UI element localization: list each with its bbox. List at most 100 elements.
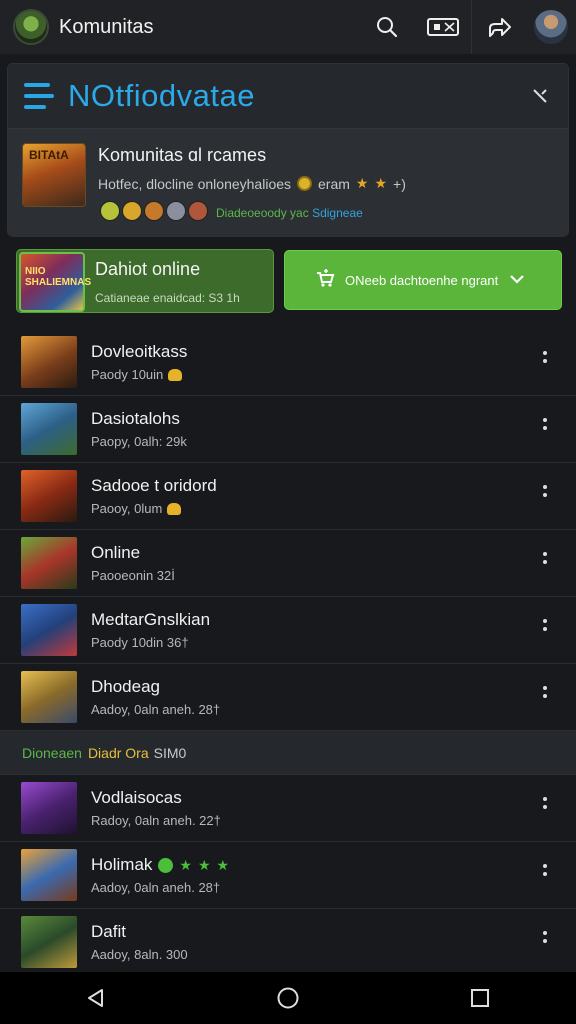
emoji-icon xyxy=(168,368,183,381)
game-meta: Paooeonin 32İ xyxy=(91,568,175,583)
community-thumbnail: BITAtA xyxy=(22,143,86,207)
game-name: Dafit xyxy=(91,922,126,941)
more-options-icon[interactable] xyxy=(536,858,554,882)
app-title: Komunitas xyxy=(59,15,154,38)
list-item[interactable]: Vodlaisocas Radoy, 0aln aneh. 22† xyxy=(0,775,576,842)
more-options-icon[interactable] xyxy=(536,412,554,436)
game-meta: Paopy, 0alh: 29k xyxy=(91,434,187,449)
game-name: Vodlaisocas xyxy=(91,788,182,807)
game-thumbnail xyxy=(21,916,77,968)
member-avatar xyxy=(100,201,120,221)
close-icon[interactable] xyxy=(526,82,554,110)
more-options-icon[interactable] xyxy=(536,925,554,949)
section-header: Dioneaen Diadr Ora SIM0 xyxy=(0,731,576,775)
game-meta: Paody 10uin xyxy=(91,367,164,382)
community-subtitle-end: +) xyxy=(393,175,406,192)
section-green-label: Dioneaen xyxy=(22,744,82,761)
user-avatar[interactable] xyxy=(534,10,568,44)
list-item[interactable]: Dasiotalohs Paopy, 0alh: 29k xyxy=(0,396,576,463)
featured-title: Dahiot online xyxy=(95,259,201,279)
community-logo[interactable] xyxy=(13,9,49,45)
list-item[interactable]: Holimak ★ ★ ★ Aadoy, 0aln aneh. 28† xyxy=(0,842,576,909)
join-button-label: ONeeb dachtoenhe ngrant xyxy=(345,272,499,288)
game-list: Dovleoitkass Paody 10uin Dasiotalohs Pao… xyxy=(0,329,576,976)
more-options-icon[interactable] xyxy=(536,345,554,369)
section-grey-label: SIM0 xyxy=(153,744,187,761)
back-icon[interactable] xyxy=(66,972,126,1024)
community-subtitle-row: Hotfec, dlocline onloneyhalioes eram ★ ★… xyxy=(98,175,406,192)
community-activity: Diadeoeoody yac Sdigneae xyxy=(216,206,363,220)
list-item[interactable]: MedtarGnslkian Paody 10din 36† xyxy=(0,597,576,664)
community-subtitle: Hotfec, dlocline onloneyhalioes xyxy=(98,175,292,192)
featured-thumbnail-text: NIIO SHALIEMNAS xyxy=(25,266,92,288)
game-meta-row: Paopy, 0alh: 29k xyxy=(91,434,187,449)
featured-online-card[interactable]: NIIO SHALIEMNAS Dahiot online Catianeae … xyxy=(16,249,274,313)
game-meta-row: Paody 10uin xyxy=(91,367,183,382)
game-name: Holimak xyxy=(91,855,153,874)
share-icon[interactable] xyxy=(472,0,528,54)
featured-thumbnail: NIIO SHALIEMNAS xyxy=(19,252,91,312)
appbar-actions xyxy=(359,0,576,54)
list-item[interactable]: Sadooe t oridord Paooy, 0lum xyxy=(0,463,576,530)
game-thumbnail xyxy=(21,604,77,656)
join-button[interactable]: ONeeb dachtoenhe ngrant xyxy=(284,250,562,310)
member-avatar xyxy=(166,201,186,221)
more-options-icon[interactable] xyxy=(536,791,554,815)
list-item[interactable]: Dafit Aadoy, 8aln. 300 xyxy=(0,909,576,976)
game-name: MedtarGnslkian xyxy=(91,610,211,629)
game-thumbnail xyxy=(21,671,77,723)
community-header: NOtfiodvatae xyxy=(8,64,568,128)
game-name: Dhodeag xyxy=(91,677,161,696)
community-summary[interactable]: BITAtA Komunitas ɑl rcames Hotfec, dlocl… xyxy=(8,128,568,236)
game-thumbnail xyxy=(21,336,77,388)
gamepad-icon[interactable] xyxy=(415,0,471,54)
community-title: Komunitas ɑl rcames xyxy=(98,145,267,165)
recents-icon[interactable] xyxy=(450,972,510,1024)
star-icon: ★ xyxy=(216,856,230,873)
member-avatar xyxy=(188,201,208,221)
star-icon: ★ xyxy=(179,856,192,873)
star-icon: ★ xyxy=(197,856,211,873)
game-meta: Paooy, 0lum xyxy=(91,501,163,516)
star-icon: ★ xyxy=(374,175,388,191)
game-thumbnail xyxy=(21,782,77,834)
game-meta-row: Aadoy, 0aln aneh. 28† xyxy=(91,702,220,717)
online-status-icon xyxy=(158,857,174,873)
list-item[interactable]: Dovleoitkass Paody 10uin xyxy=(0,329,576,396)
emoji-icon xyxy=(167,502,182,515)
more-options-icon[interactable] xyxy=(536,680,554,704)
game-meta-row: Aadoy, 0aln aneh. 28† xyxy=(91,880,220,895)
game-thumbnail xyxy=(21,849,77,901)
more-options-icon[interactable] xyxy=(536,546,554,570)
community-subtitle-tail: eram xyxy=(318,175,350,192)
game-meta-row: Paooy, 0lum xyxy=(91,501,182,516)
more-options-icon[interactable] xyxy=(536,613,554,637)
game-thumbnail xyxy=(21,537,77,589)
app-bar: Komunitas xyxy=(0,0,576,54)
member-badges[interactable] xyxy=(100,201,208,221)
section-yellow-label: Diadr Ora xyxy=(87,744,149,761)
game-meta-row: Radoy, 0aln aneh. 22† xyxy=(91,813,221,828)
game-name: Online xyxy=(91,543,141,562)
search-icon[interactable] xyxy=(359,0,415,54)
game-thumbnail xyxy=(21,470,77,522)
list-item[interactable]: Online Paooeonin 32İ xyxy=(0,530,576,597)
game-meta-row: Aadoy, 8aln. 300 xyxy=(91,947,188,962)
system-nav-bar xyxy=(0,972,576,1024)
game-meta: Paody 10din 36† xyxy=(91,635,189,650)
community-brand: NOtfiodvatae xyxy=(68,78,255,113)
home-icon[interactable] xyxy=(258,972,318,1024)
game-thumbnail xyxy=(21,403,77,455)
game-name: Sadooe t oridord xyxy=(91,476,217,495)
game-name-row: Holimak ★ ★ ★ xyxy=(91,855,229,875)
more-options-icon[interactable] xyxy=(536,479,554,503)
game-meta-row: Paooeonin 32İ xyxy=(91,568,175,583)
game-meta: Aadoy, 0aln aneh. 28† xyxy=(91,880,221,895)
member-avatar xyxy=(122,201,142,221)
game-name: Dovleoitkass xyxy=(91,342,188,361)
game-name: Dasiotalohs xyxy=(91,409,180,428)
list-item[interactable]: Dhodeag Aadoy, 0aln aneh. 28† xyxy=(0,664,576,731)
thumbnail-text: BITAtA xyxy=(29,148,69,162)
member-avatar xyxy=(144,201,164,221)
menu-icon[interactable] xyxy=(24,83,54,109)
